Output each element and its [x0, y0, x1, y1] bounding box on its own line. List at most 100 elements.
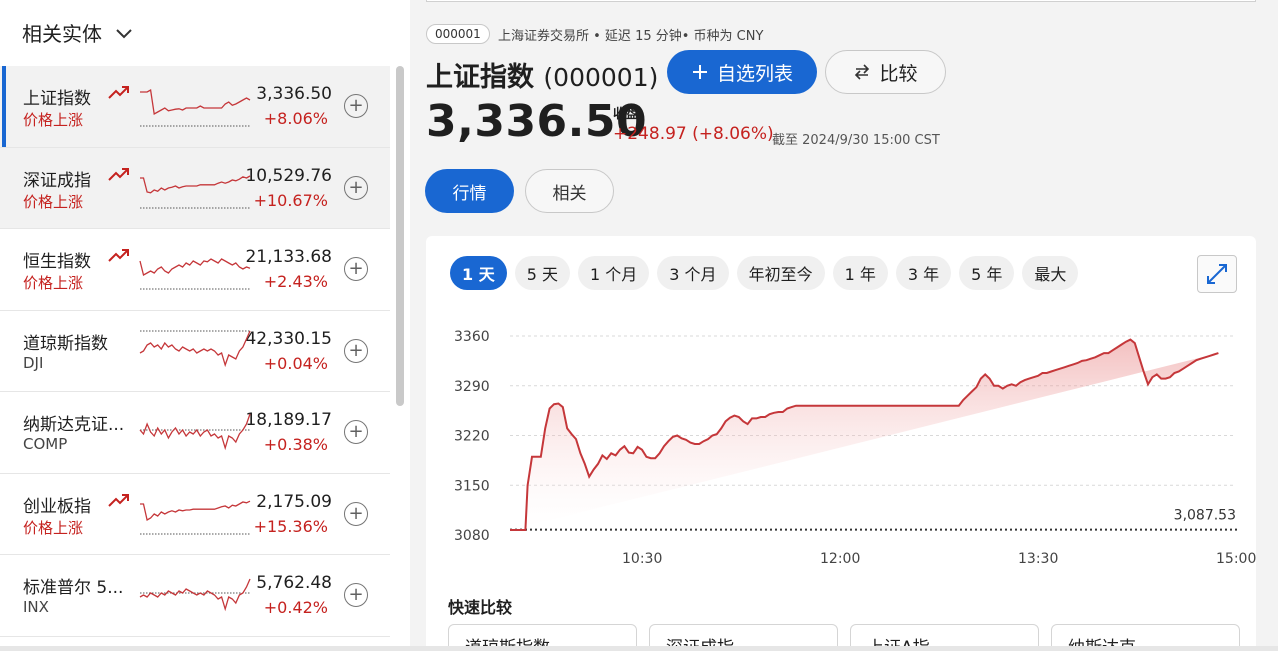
range-option[interactable]: 年初至今 — [736, 256, 825, 290]
expand-icon — [1207, 264, 1227, 284]
swap-arrows-icon — [855, 64, 870, 80]
y-tick-label: 3080 — [454, 528, 490, 544]
x-tick-label: 13:30 — [1018, 551, 1058, 567]
entity-subtitle: INX — [23, 598, 49, 616]
tab-related[interactable]: 相关 — [525, 169, 614, 213]
add-entity-button[interactable]: + — [344, 257, 368, 281]
time-range-selector: 1 天5 天1 个月 3 个月 年初至今 1 年3 年5 年最大 — [450, 256, 1079, 290]
entity-name: 纳斯达克证... — [23, 415, 125, 435]
entity-subtitle: COMP — [23, 435, 68, 453]
related-entities-list: 上证指数 价格上涨 3,336.50 +8.06% + 深证成指 价格上涨 10… — [0, 66, 390, 637]
entity-name: 恒生指数 — [23, 252, 91, 272]
compare-button[interactable]: 比较 — [825, 50, 946, 94]
compare-label: 比较 — [879, 62, 918, 85]
sparkline-line — [140, 88, 251, 116]
entity-row[interactable]: 上证指数 价格上涨 3,336.50 +8.06% + — [0, 66, 390, 148]
entity-name: 深证成指 — [23, 170, 91, 191]
entity-row[interactable]: 恒生指数 价格上涨 21,133.68 +2.43% + — [0, 229, 390, 311]
entity-price: 10,529.76 — [245, 165, 332, 186]
related-entities-panel: 相关实体 上证指数 价格上涨 3,336.50 +8.06% + 深证成指 价格… — [0, 0, 410, 651]
y-tick-label: 3220 — [454, 429, 490, 445]
entity-price: 21,133.68 — [245, 247, 332, 267]
entity-price: 2,175.09 — [256, 491, 332, 512]
add-entity-button[interactable]: + — [344, 501, 368, 526]
entity-change: +0.04% — [263, 353, 328, 373]
add-entity-button[interactable]: + — [344, 175, 368, 200]
sparkline-line — [139, 258, 251, 276]
chevron-down-icon — [116, 28, 132, 38]
y-tick-label: 3360 — [454, 329, 490, 345]
entity-change: +0.42% — [263, 598, 328, 617]
quick-compare-title: 快速比较 — [448, 598, 513, 617]
sparkline — [139, 258, 251, 290]
range-option[interactable]: 1 天 — [450, 256, 507, 290]
related-entities-header[interactable]: 相关实体 — [22, 18, 136, 47]
tab-quotes[interactable]: 行情 — [425, 169, 514, 213]
sparkline-line — [139, 578, 251, 612]
add-entity-button[interactable]: + — [344, 94, 368, 118]
entity-price: 42,330.15 — [245, 328, 332, 349]
ticker-code-badge: 000001 — [426, 24, 490, 44]
y-tick-label: 3150 — [454, 478, 490, 494]
expand-chart-button[interactable] — [1197, 255, 1237, 293]
entity-price: 18,189.17 — [245, 410, 332, 430]
y-tick-label: 3290 — [454, 379, 490, 395]
range-option[interactable]: 最大 — [1022, 256, 1079, 290]
search-bar-edge — [426, 0, 1256, 2]
sparkline — [140, 174, 251, 208]
entity-name: 标准普尔 5... — [23, 578, 124, 598]
trending-up-icon — [108, 167, 129, 181]
entity-name: 道琼斯指数 — [23, 333, 108, 354]
x-tick-label: 12:00 — [820, 551, 860, 567]
watchlist-label: 自选列表 — [716, 62, 793, 85]
previous-close-label: 3,087.53 — [1174, 508, 1236, 524]
range-option[interactable]: 5 年 — [959, 256, 1015, 290]
entity-subtitle: 价格上涨 — [23, 274, 84, 292]
entity-row[interactable]: 深证成指 价格上涨 10,529.76 +10.67% + — [0, 147, 390, 229]
entity-change: +8.06% — [263, 109, 328, 128]
sidebar-scrollbar[interactable] — [396, 66, 404, 406]
sparkline-line — [139, 330, 251, 367]
entity-row[interactable]: 纳斯达克证... COMP 18,189.17 +0.38% + — [0, 392, 390, 474]
add-to-watchlist-button[interactable]: 自选列表 — [667, 50, 817, 94]
entity-change: +0.38% — [263, 435, 328, 454]
bottom-divider — [0, 646, 1278, 651]
sparkline — [139, 330, 251, 367]
entity-change: +10.67% — [253, 190, 328, 210]
as-of-timestamp: 截至 2024/9/30 15:00 CST — [772, 133, 940, 148]
x-tick-label: 15:00 — [1216, 551, 1256, 567]
chart-card: 1 天5 天1 个月 3 个月 年初至今 1 年3 年5 年最大 3360 3290 32… — [426, 236, 1256, 651]
entity-subtitle: 价格上涨 — [23, 111, 84, 129]
entity-price: 5,762.48 — [256, 573, 332, 593]
trending-up-icon — [108, 249, 129, 262]
add-entity-button[interactable]: + — [344, 583, 368, 607]
sparkline — [139, 413, 251, 451]
range-option[interactable]: 3 年 — [895, 256, 952, 290]
intraday-price-chart[interactable]: 3360 3290 3220 3150 3080 10:30 12:00 13:30 15:00… — [426, 316, 1256, 576]
range-option[interactable]: 5 天 — [514, 256, 570, 290]
sparkline — [140, 88, 251, 127]
entity-price: 3,336.50 — [256, 84, 332, 104]
entity-name: 上证指数 — [23, 89, 91, 109]
entity-row[interactable]: 创业板指 价格上涨 2,175.09 +15.36% + — [0, 473, 390, 555]
sparkline — [139, 578, 251, 612]
range-option[interactable]: 1 年 — [832, 256, 888, 290]
sparkline — [140, 500, 251, 534]
exchange-info: 上海证券交易所 • 延迟 15 分钟• 币种为 CNY — [498, 29, 764, 44]
add-entity-button[interactable]: + — [344, 420, 368, 444]
add-entity-button[interactable]: + — [344, 338, 368, 363]
close-label: 收盘 — [613, 107, 640, 122]
plus-icon — [692, 65, 707, 79]
entity-name: 创业板指 — [23, 496, 91, 517]
entity-row[interactable]: 道琼斯指数 DJI 42,330.15 +0.04% + — [0, 310, 390, 392]
trending-up-icon — [108, 86, 129, 99]
index-name: 上证指数 — [426, 62, 534, 93]
sparkline-line — [140, 174, 251, 194]
price-area — [510, 339, 1219, 530]
page-title: 上证指数 (000001) — [426, 55, 658, 94]
entity-change: +15.36% — [253, 516, 328, 536]
range-option[interactable]: 1 个月 — [578, 256, 650, 290]
entity-subtitle: 价格上涨 — [23, 518, 84, 537]
entity-row[interactable]: 标准普尔 5... INX 5,762.48 +0.42% + — [0, 555, 390, 637]
range-option[interactable]: 3 个月 — [657, 256, 729, 290]
